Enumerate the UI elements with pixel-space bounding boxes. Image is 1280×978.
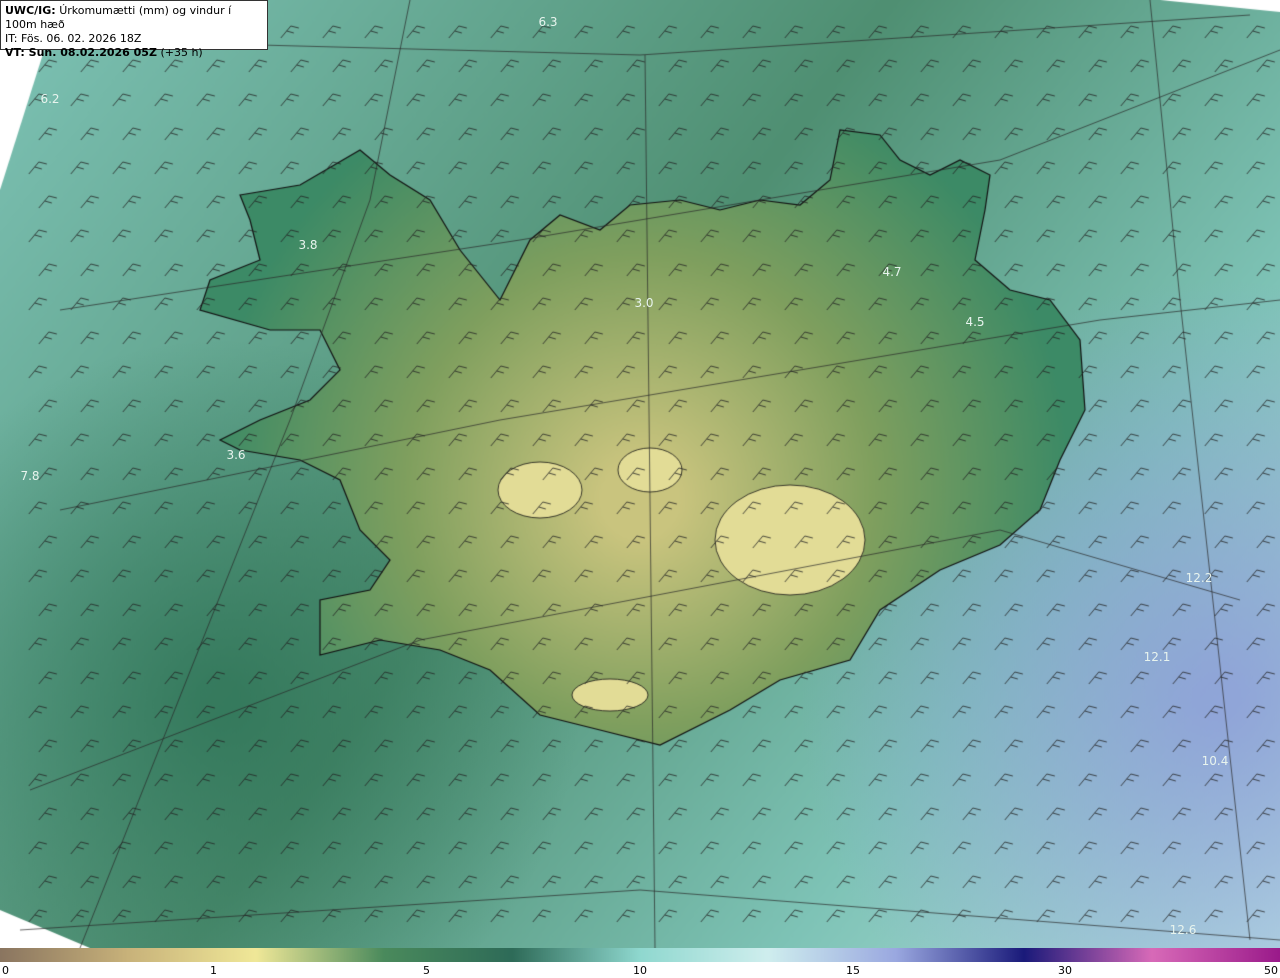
colorbar-tick: 1: [210, 964, 217, 977]
colorbar-tick: 10: [633, 964, 647, 977]
value-label: 12.1: [1144, 650, 1171, 664]
value-label: 10.4: [1202, 754, 1229, 768]
colorbar-tick: 50: [1264, 964, 1278, 977]
colorbar-tick: 30: [1058, 964, 1072, 977]
value-label: 3.0: [634, 296, 653, 310]
value-label: 12.2: [1186, 571, 1213, 585]
colorbar-tick: 15: [846, 964, 860, 977]
value-label: 7.8: [20, 469, 39, 483]
value-label: 6.2: [40, 92, 59, 106]
value-label: 12.6: [1170, 923, 1197, 937]
map-overlay: 6.3 6.2 3.8 3.6 7.8 3.0 4.7 4.5 12.2 12.1 10.4 12.6: [20, 15, 1229, 937]
colorbar-labels: 0 1 5 10 15 30 50: [0, 962, 1280, 978]
value-label: 6.3: [538, 15, 557, 29]
colorbar-tick: 5: [423, 964, 430, 977]
value-label: 3.6: [226, 448, 245, 462]
colorbar: [0, 948, 1280, 962]
colorbar-tick: 0: [2, 964, 9, 977]
value-label: 3.8: [298, 238, 317, 252]
value-label: 4.7: [882, 265, 901, 279]
value-label: 4.5: [965, 315, 984, 329]
